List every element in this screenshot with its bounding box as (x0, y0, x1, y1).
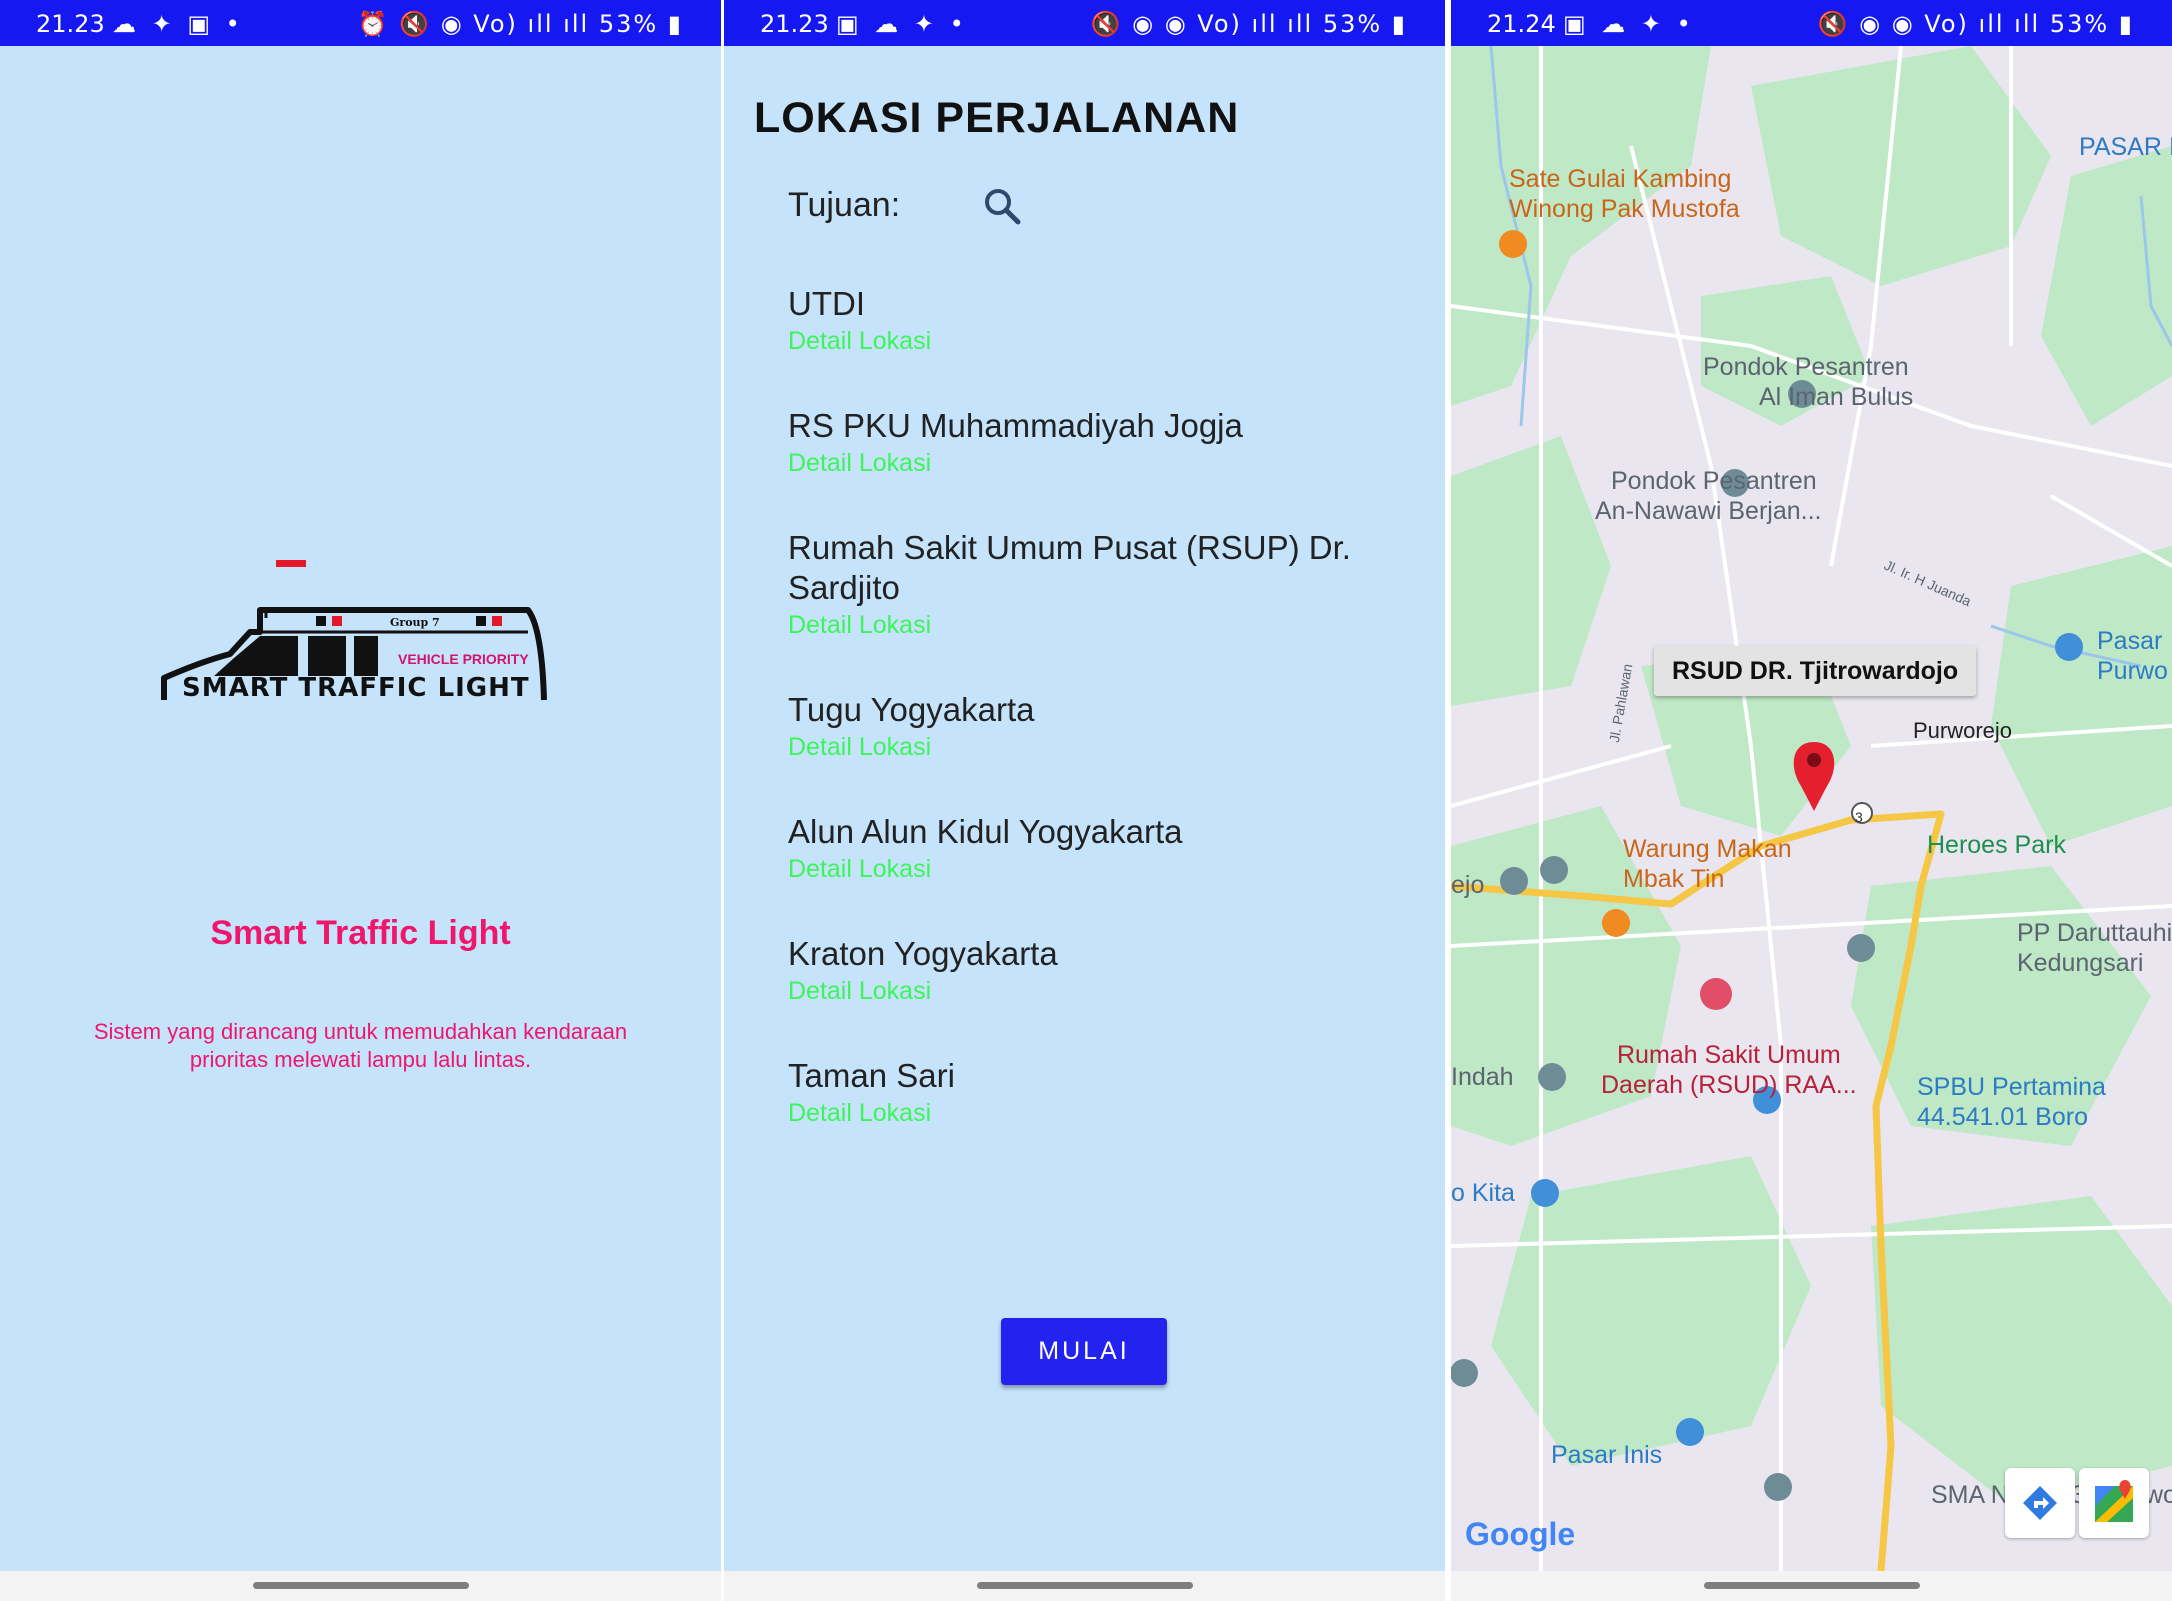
directions-icon (2023, 1486, 2057, 1520)
map-label[interactable]: Pondok Pesantren (1703, 352, 1909, 382)
map-label[interactable]: Indah (1451, 1062, 1514, 1092)
map-canvas[interactable] (1451, 46, 2172, 1571)
status-bar: 21.24 ▣ ☁ ✦ • 🔇 ◉ ◉ Vo) ıll ıll 53% ▮ (1451, 0, 2172, 46)
search-icon[interactable] (982, 186, 1022, 226)
battery-percent: 53% (1322, 10, 1383, 38)
map-label[interactable]: Purwo (2097, 656, 2168, 686)
home-indicator[interactable] (1703, 1582, 1920, 1589)
map-label[interactable]: Daerah (RSUD) RAA... (1601, 1070, 1857, 1100)
map-label[interactable]: An-Nawawi Berjan... (1595, 496, 1821, 526)
map-label[interactable]: Heroes Park (1927, 830, 2066, 860)
route-shield-label: 3 (1855, 809, 1863, 825)
detail-link[interactable]: Detail Lokasi (788, 730, 1408, 764)
notification-icons: ☁ ✦ ▣ • (112, 10, 244, 38)
map-label[interactable]: PP Daruttauhi (2017, 918, 2172, 948)
destination-label: Tujuan: (788, 186, 901, 224)
status-bar: 21.23 ▣ ☁ ✦ • 🔇 ◉ ◉ Vo) ıll ıll 53% ▮ (724, 0, 1445, 46)
detail-link[interactable]: Detail Lokasi (788, 446, 1408, 480)
location-name: RS PKU Muhammadiyah Jogja (788, 407, 1243, 444)
map-label[interactable]: Pondok Pesantren (1611, 466, 1817, 496)
list-item[interactable]: Tugu Yogyakarta Detail Lokasi (788, 690, 1408, 764)
status-bar: 21.23 ☁ ✦ ▣ • ⏰ 🔇 ◉ Vo) ıll ıll 53% ▮ (0, 0, 721, 46)
status-time: 21.24 (1487, 10, 1556, 38)
location-name: Taman Sari (788, 1057, 955, 1094)
list-item[interactable]: RS PKU Muhammadiyah Jogja Detail Lokasi (788, 406, 1408, 480)
location-name: Tugu Yogyakarta (788, 691, 1035, 728)
logo-tag-text: VEHICLE PRIORITY (398, 651, 529, 667)
map-label[interactable]: Kedungsari (2017, 948, 2143, 978)
app-title: Smart Traffic Light (210, 914, 511, 952)
battery-percent: 53% (598, 10, 659, 38)
page-title: LOKASI PERJALANAN (754, 94, 1240, 142)
location-name: Rumah Sakit Umum Pusat (RSUP) Dr. Sardji… (788, 529, 1351, 606)
map-label: wo (2145, 1481, 2172, 1509)
location-name: Alun Alun Kidul Yogyakarta (788, 813, 1183, 850)
list-item[interactable]: UTDI Detail Lokasi (788, 284, 1408, 358)
app-logo: Group 7 VEHICLE PRIORITY SMART TRAFFIC L… (161, 560, 547, 703)
gesture-bar (724, 1571, 1445, 1601)
location-name: UTDI (788, 285, 865, 322)
location-list-screen: 21.23 ▣ ☁ ✦ • 🔇 ◉ ◉ Vo) ıll ıll 53% ▮ LO… (724, 0, 1445, 1601)
app-description: Sistem yang dirancang untuk memudahkan k… (93, 1019, 628, 1072)
status-time: 21.23 (760, 10, 829, 38)
system-icons: ⏰ 🔇 ◉ Vo) ıll ıll 53% ▮ (357, 10, 683, 38)
status-time: 21.23 (36, 10, 105, 38)
gesture-bar (1451, 1571, 2172, 1601)
logo-group-text: Group 7 (390, 616, 440, 629)
google-maps-icon (2095, 1480, 2133, 1522)
detail-link[interactable]: Detail Lokasi (788, 852, 1408, 886)
google-wordmark: Google (1465, 1516, 1576, 1552)
list-item[interactable]: Taman Sari Detail Lokasi (788, 1056, 1408, 1130)
map-label[interactable]: Al Iman Bulus (1759, 382, 1913, 412)
map-label: Purworejo (1913, 718, 2013, 743)
battery-percent: 53% (2049, 10, 2110, 38)
detail-link[interactable]: Detail Lokasi (788, 608, 1408, 642)
notification-icons: ▣ ☁ ✦ • (1563, 10, 1695, 38)
detail-link[interactable]: Detail Lokasi (788, 324, 1408, 358)
map-label[interactable]: SPBU Pertamina (1917, 1072, 2106, 1102)
directions-button[interactable] (2005, 1468, 2075, 1538)
home-indicator[interactable] (252, 1582, 469, 1589)
splash-screen: 21.23 ☁ ✦ ▣ • ⏰ 🔇 ◉ Vo) ıll ıll 53% ▮ Gr… (0, 0, 721, 1601)
map-label[interactable]: ejo (1451, 870, 1484, 900)
map-view[interactable]: PASAR I Sate Gulai Kambing Winong Pak Mu… (1451, 46, 2172, 1571)
notification-icons: ▣ ☁ ✦ • (836, 10, 968, 38)
list-item[interactable]: Rumah Sakit Umum Pusat (RSUP) Dr. Sardji… (788, 528, 1408, 642)
map-label[interactable]: Mbak Tin (1623, 864, 1724, 894)
map-label: PASAR I (2079, 133, 2172, 161)
map-label[interactable]: o Kita (1451, 1178, 1515, 1208)
map-label[interactable]: Warung Makan (1623, 834, 1792, 864)
map-label[interactable]: Pasar (2097, 626, 2162, 656)
map-label[interactable]: Pasar Inis (1551, 1440, 1662, 1470)
map-label[interactable]: Winong Pak Mustofa (1509, 194, 1740, 224)
map-label[interactable]: Rumah Sakit Umum (1617, 1040, 1841, 1070)
location-name: Kraton Yogyakarta (788, 935, 1058, 972)
detail-link[interactable]: Detail Lokasi (788, 974, 1408, 1008)
logo-wordmark: SMART TRAFFIC LIGHT (182, 673, 530, 703)
list-item[interactable]: Kraton Yogyakarta Detail Lokasi (788, 934, 1408, 1008)
open-in-maps-button[interactable] (2079, 1468, 2149, 1538)
marker-info-window[interactable]: RSUD DR. Tjitrowardojo (1654, 646, 1977, 696)
map-label[interactable]: Sate Gulai Kambing (1509, 164, 1731, 194)
map-screen: 21.24 ▣ ☁ ✦ • 🔇 ◉ ◉ Vo) ıll ıll 53% ▮ PA… (1451, 0, 2172, 1601)
gesture-bar (0, 1571, 721, 1601)
system-icons: 🔇 ◉ ◉ Vo) ıll ıll 53% ▮ (1090, 10, 1407, 38)
list-item[interactable]: Alun Alun Kidul Yogyakarta Detail Lokasi (788, 812, 1408, 886)
location-list[interactable]: UTDI Detail Lokasi RS PKU Muhammadiyah J… (788, 284, 1408, 1219)
home-indicator[interactable] (976, 1582, 1193, 1589)
map-label[interactable]: 44.541.01 Boro (1917, 1102, 2088, 1132)
system-icons: 🔇 ◉ ◉ Vo) ıll ıll 53% ▮ (1817, 10, 2134, 38)
start-button[interactable]: MULAI (1001, 1318, 1167, 1385)
google-logo: Google (1465, 1516, 1575, 1553)
detail-link[interactable]: Detail Lokasi (788, 1096, 1408, 1130)
